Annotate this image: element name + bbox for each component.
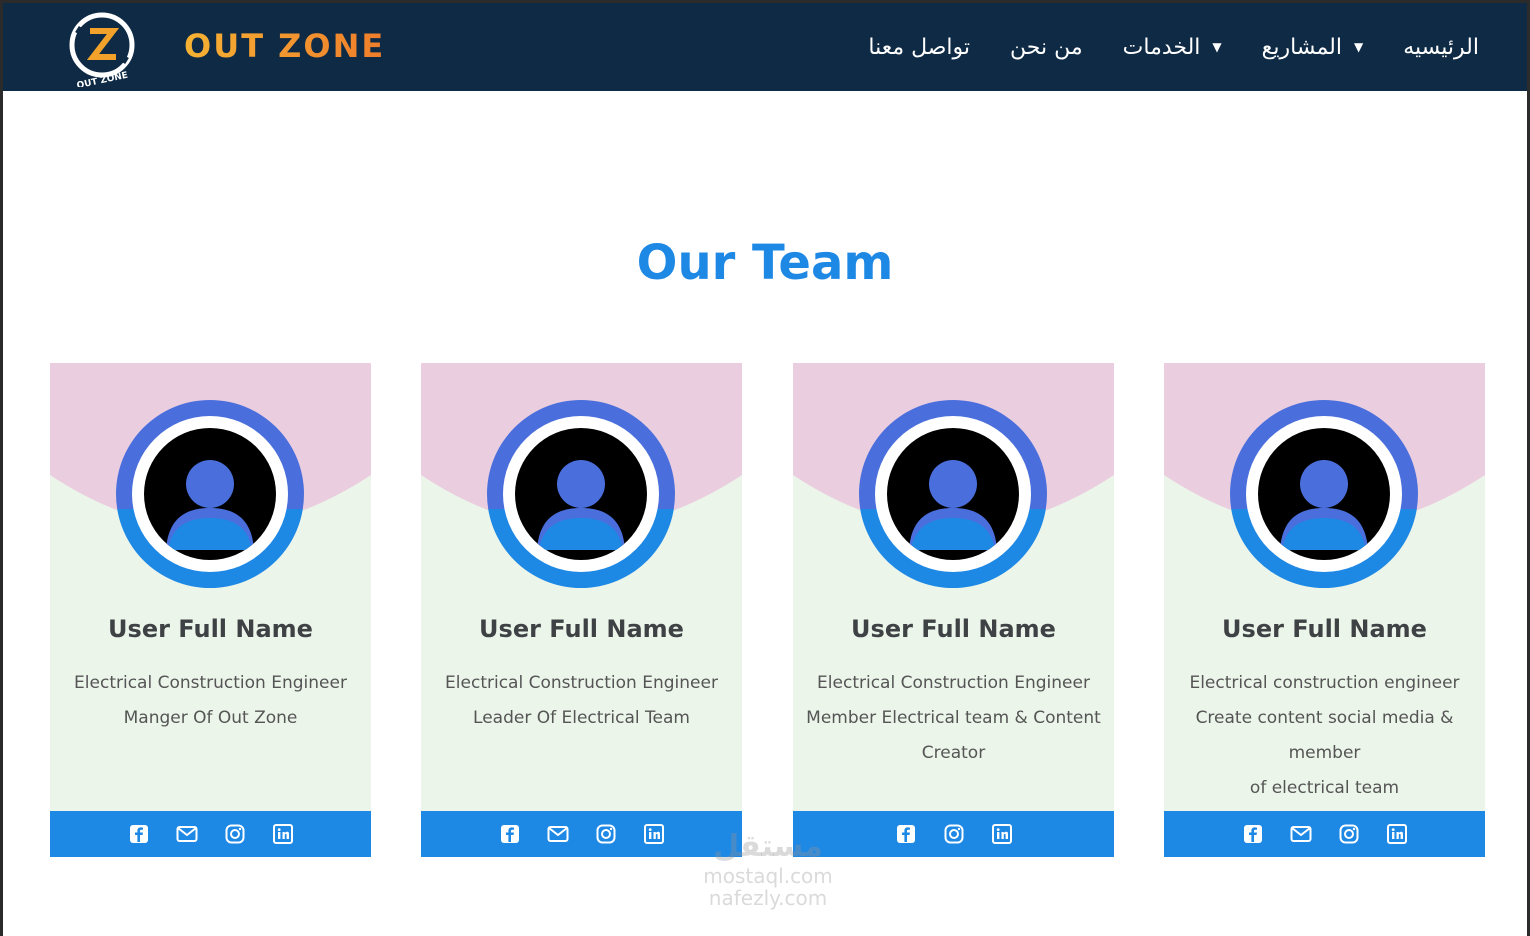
social-bar [1164, 811, 1485, 857]
out-zone-logo[interactable]: OUT ZONE [63, 9, 141, 87]
linkedin-icon[interactable] [1386, 823, 1408, 845]
team-card: User Full Name Electrical Construction En… [421, 363, 742, 857]
member-description-line: of electrical team [1249, 778, 1400, 798]
instagram-icon[interactable] [224, 823, 246, 845]
watermark-url-2: nafezly.com [708, 886, 828, 910]
instagram-icon[interactable] [943, 823, 965, 845]
section-title: Our Team [636, 235, 894, 291]
member-description-line: Member Electrical team & Content [806, 708, 1101, 728]
avatar [859, 400, 1047, 588]
member-name: User Full Name [1222, 615, 1427, 643]
avatar [1230, 400, 1418, 588]
facebook-icon[interactable] [895, 823, 917, 845]
social-bar [421, 811, 742, 857]
linkedin-icon[interactable] [991, 823, 1013, 845]
nav-item-label: الرئيسيه [1403, 34, 1479, 60]
member-description: Electrical Construction Engineer Member E… [799, 666, 1108, 771]
nav-item-2[interactable]: الخدمات ▼ [1123, 35, 1222, 60]
facebook-icon[interactable] [1242, 823, 1264, 845]
member-description-line: Electrical construction engineer [1189, 673, 1460, 693]
instagram-icon[interactable] [1338, 823, 1360, 845]
nav-item-label: الخدمات [1122, 34, 1201, 60]
member-description-line: Leader Of Electrical Team [473, 708, 690, 728]
nav-item-3[interactable]: من نحن [1010, 35, 1083, 60]
nav-item-label: من نحن [1010, 34, 1083, 60]
nav-item-label: تواصل معنا [868, 34, 971, 60]
social-bar [50, 811, 371, 857]
member-description: Electrical Construction Engineer Leader O… [427, 666, 736, 736]
mail-icon[interactable] [547, 823, 569, 845]
brand-name[interactable]: OUT ZONE [184, 27, 385, 65]
member-name: User Full Name [108, 615, 313, 643]
avatar [116, 400, 304, 588]
member-description-line: Electrical Construction Engineer [74, 673, 347, 693]
facebook-icon[interactable] [128, 823, 150, 845]
social-bar [793, 811, 1114, 857]
caret-down-icon: ▼ [1353, 40, 1364, 54]
member-description: Electrical construction engineer Create c… [1170, 666, 1479, 806]
member-description-line: Electrical Construction Engineer [445, 673, 718, 693]
nav-item-label: المشاريع [1261, 34, 1342, 60]
nav-item-0[interactable]: الرئيسيه [1403, 35, 1479, 60]
member-description-line: Creator [921, 743, 986, 763]
member-description-line: Electrical Construction Engineer [817, 673, 1090, 693]
page-frame: OUT ZONE OUT ZONE تواصل معنا من نحن الخدما… [3, 3, 1527, 936]
mail-icon[interactable] [1290, 823, 1312, 845]
team-card: User Full Name Electrical Construction En… [793, 363, 1114, 857]
nav-item-1[interactable]: المشاريع ▼ [1262, 35, 1364, 60]
instagram-icon[interactable] [595, 823, 617, 845]
member-name: User Full Name [851, 615, 1056, 643]
member-description-line: Create content social media & member [1195, 708, 1454, 763]
linkedin-icon[interactable] [272, 823, 294, 845]
team-card: User Full Name Electrical construction en… [1164, 363, 1485, 857]
watermark-url-1: mostaql.com [703, 864, 833, 888]
nav-item-4[interactable]: تواصل معنا [868, 35, 970, 60]
caret-down-icon: ▼ [1212, 40, 1222, 54]
avatar [487, 400, 675, 588]
member-name: User Full Name [479, 615, 684, 643]
navbar: OUT ZONE OUT ZONE تواصل معنا من نحن الخدما… [3, 3, 1527, 91]
member-description: Electrical Construction Engineer Manger O… [56, 666, 365, 736]
member-description-line: Manger Of Out Zone [123, 708, 298, 728]
linkedin-icon[interactable] [643, 823, 665, 845]
mail-icon[interactable] [176, 823, 198, 845]
main-nav: تواصل معنا من نحن الخدمات ▼ المشاريع ▼ الرئيسي… [828, 3, 1479, 91]
facebook-icon[interactable] [499, 823, 521, 845]
team-card: User Full Name Electrical Construction En… [50, 363, 371, 857]
